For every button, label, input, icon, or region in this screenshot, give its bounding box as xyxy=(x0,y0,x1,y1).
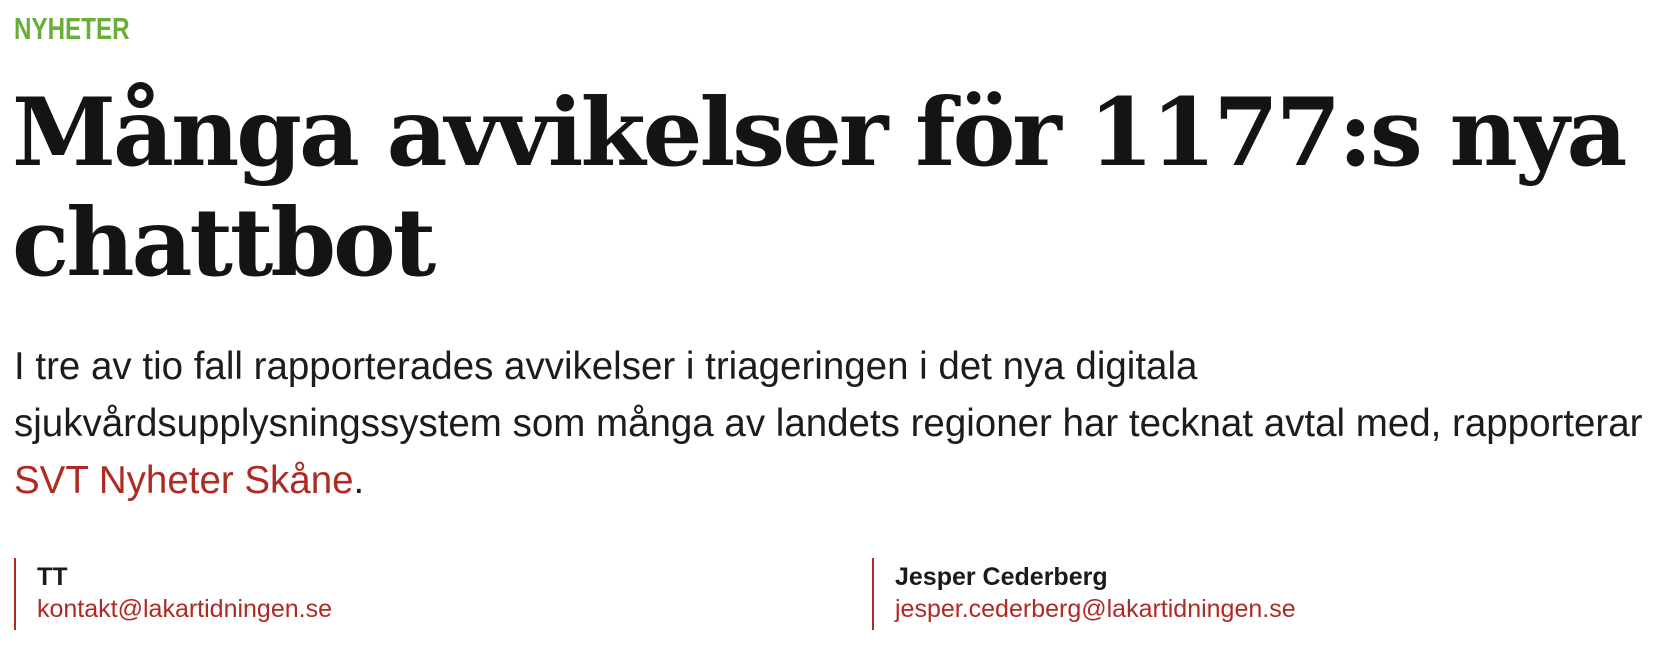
source-link[interactable]: SVT Nyheter Skåne xyxy=(14,459,354,502)
author-name: Jesper Cederberg xyxy=(895,563,1108,591)
author-email-link[interactable]: jesper.cederberg@lakartidningen.se xyxy=(895,592,1296,626)
lead-paragraph: I tre av tio fall rapporterades avvikels… xyxy=(14,338,1654,509)
byline-author-2: Jesper Cederberg jesper.cederberg@lakart… xyxy=(872,558,1296,630)
lead-text: I tre av tio fall rapporterades avvikels… xyxy=(14,345,1643,445)
byline-author-1: TT kontakt@lakartidningen.se xyxy=(14,558,332,630)
lead-end: . xyxy=(353,459,365,502)
category-label[interactable]: NYHETER xyxy=(14,10,130,48)
author-email-link[interactable]: kontakt@lakartidningen.se xyxy=(37,592,332,626)
headline: Många avvikelser för 1177:s nya chattbot xyxy=(12,78,1627,298)
article-header: NYHETER Många avvikelser för 1177:s nya … xyxy=(12,0,1644,658)
author-name: TT xyxy=(37,563,68,591)
